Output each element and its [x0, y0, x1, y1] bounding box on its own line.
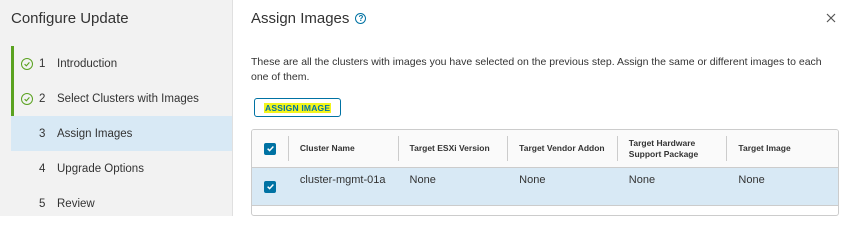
wizard-steps: 1 Introduction 2 Select Clusters with Im…: [11, 46, 232, 221]
cell-cluster-name: cluster-mgmt-01a: [299, 174, 386, 186]
select-all-cell[interactable]: [252, 130, 288, 167]
wizard-step-select-clusters[interactable]: 2 Select Clusters with Images: [11, 81, 232, 116]
cell-target-vendor-addon: None: [519, 174, 546, 186]
page-title-text: Assign Images: [251, 10, 350, 27]
clusters-table: Cluster Name Target ESXi Version Target …: [251, 129, 839, 216]
step-label: Review: [57, 197, 95, 210]
cell-target-esxi-version: None: [409, 174, 436, 186]
step-label: Select Clusters with Images: [57, 92, 199, 105]
help-circle-icon[interactable]: ?: [355, 13, 367, 24]
row-select-cell[interactable]: [252, 168, 288, 205]
assign-image-button-label: ASSIGN IMAGE: [264, 102, 332, 113]
wizard-sidebar: Configure Update 1 Introduction 2 Select…: [0, 0, 233, 216]
table-header: Cluster Name Target ESXi Version Target …: [252, 130, 838, 168]
step-number: 3: [39, 127, 46, 140]
column-header-target-hardware-support-package[interactable]: Target Hardware Support Package: [616, 130, 727, 167]
page-title: Assign Images ?: [251, 10, 367, 27]
assign-image-button[interactable]: ASSIGN IMAGE: [254, 98, 342, 117]
step-number: 1: [39, 57, 46, 70]
close-icon[interactable]: [825, 12, 837, 24]
table-row[interactable]: cluster-mgmt-01a None None None None: [252, 168, 838, 206]
cell-target-image: None: [738, 174, 765, 186]
wizard-title: Configure Update: [11, 10, 129, 27]
select-all-checkbox[interactable]: [264, 142, 276, 155]
step-label: Assign Images: [57, 127, 133, 140]
column-header-target-vendor-addon[interactable]: Target Vendor Addon: [507, 130, 617, 167]
wizard-step-assign-images[interactable]: 3 Assign Images: [11, 116, 232, 151]
step-number: 5: [39, 197, 46, 210]
column-header-target-image[interactable]: Target Image: [726, 130, 838, 167]
column-header-target-esxi-version[interactable]: Target ESXi Version: [397, 130, 508, 167]
row-checkbox[interactable]: [264, 180, 276, 193]
column-header-cluster-name[interactable]: Cluster Name: [287, 130, 398, 167]
description-text: These are all the clusters with images y…: [251, 56, 822, 83]
check-circle-icon: [21, 92, 33, 105]
cell-target-hardware-support-package: None: [628, 174, 656, 186]
main-content: Assign Images ? These are all the cluste…: [233, 0, 851, 216]
step-label: Upgrade Options: [57, 162, 144, 175]
step-label: Introduction: [57, 57, 118, 70]
check-circle-icon: [21, 57, 33, 70]
wizard-step-introduction[interactable]: 1 Introduction: [11, 46, 232, 81]
step-number: 4: [39, 162, 46, 175]
wizard-step-review[interactable]: 5 Review: [11, 186, 232, 221]
wizard-step-upgrade-options[interactable]: 4 Upgrade Options: [11, 151, 232, 186]
step-number: 2: [39, 92, 46, 105]
